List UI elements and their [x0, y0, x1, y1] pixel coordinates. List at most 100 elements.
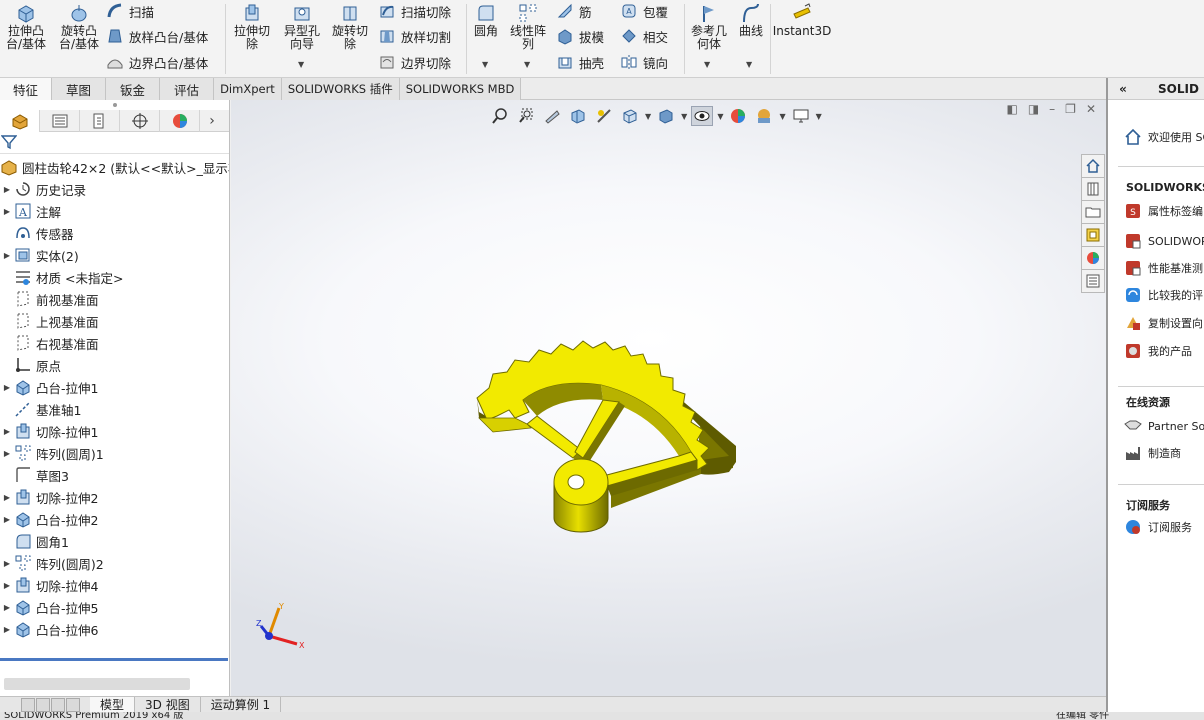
expand-arrow-icon[interactable]: ▶ [0, 559, 14, 568]
copy-settings-wizard-link[interactable]: 复制设置向 [1124, 314, 1203, 332]
tree-item[interactable]: ▶ 实体(2) [0, 244, 229, 266]
intersect-button[interactable]: 相交 [620, 25, 668, 47]
wrap-button[interactable]: A 包覆 [620, 0, 668, 22]
chevron-right-icon[interactable]: › [200, 113, 224, 129]
boundary-boss-button[interactable]: 边界凸台/基体 [106, 51, 208, 73]
tab-evaluate[interactable]: 评估 [160, 78, 215, 100]
apply-scene-icon[interactable] [753, 106, 775, 126]
expand-arrow-icon[interactable]: ▶ [0, 185, 14, 194]
tree-item[interactable]: 传感器 [0, 222, 229, 244]
tree-item[interactable]: 原点 [0, 354, 229, 376]
expand-arrow-icon[interactable]: ▶ [0, 251, 14, 260]
revolve-boss-button[interactable]: 旋转凸 台/基体 [56, 2, 102, 51]
zoom-to-area-icon[interactable] [515, 106, 537, 126]
zoom-to-fit-icon[interactable] [489, 106, 511, 126]
tree-item[interactable]: ▶ 凸台-拉伸1 [0, 376, 229, 398]
tree-item[interactable]: ▶ 阵列(圆周)1 [0, 442, 229, 464]
tab-features[interactable]: 特征 [0, 78, 53, 100]
design-library-icon[interactable] [1081, 177, 1105, 201]
gear-sector-model[interactable] [461, 330, 751, 560]
tree-horizontal-scrollbar[interactable] [4, 678, 190, 690]
property-tab-builder-link[interactable]: S 属性标签编 [1124, 202, 1203, 220]
my-products-link[interactable]: 我的产品 [1124, 342, 1192, 360]
tree-item[interactable]: 右视基准面 [0, 332, 229, 354]
loft-boss-button[interactable]: 放样凸台/基体 [106, 25, 208, 47]
appearances-scenes-icon[interactable] [1081, 246, 1105, 270]
feature-manager-tab[interactable] [0, 109, 40, 132]
minimize-icon[interactable]: – [1049, 102, 1055, 116]
hide-show-items-icon[interactable] [691, 106, 714, 126]
edit-appearance-icon[interactable] [727, 106, 749, 126]
apply-scene-dropdown-icon[interactable]: ▼ [779, 112, 785, 121]
compare-scores-link[interactable]: 比较我的评 [1124, 286, 1203, 304]
tree-item[interactable]: ▶ 凸台-拉伸2 [0, 508, 229, 530]
hole-wizard-button[interactable]: 异型孔 向导 [280, 2, 324, 51]
tile-left-icon[interactable]: ◧ [1006, 102, 1017, 116]
display-style-dropdown-icon[interactable]: ▼ [681, 112, 687, 121]
display-style-icon[interactable] [655, 106, 677, 126]
custom-properties-icon[interactable] [1081, 269, 1105, 293]
tree-item[interactable]: 材质 <未指定> [0, 266, 229, 288]
tab-sketch[interactable]: 草图 [52, 78, 107, 100]
tab-solidworks-addins[interactable]: SOLIDWORKS 插件 [281, 78, 400, 100]
view-orientation-icon[interactable] [619, 106, 641, 126]
draft-button[interactable]: 拔模 [556, 25, 604, 47]
configuration-manager-tab[interactable] [80, 109, 120, 132]
expand-arrow-icon[interactable]: ▶ [0, 383, 14, 392]
display-manager-tab[interactable] [160, 109, 200, 132]
rib-button[interactable]: 筋 [556, 0, 592, 22]
tree-item[interactable]: 上视基准面 [0, 310, 229, 332]
expand-arrow-icon[interactable]: ▶ [0, 581, 14, 590]
instant3d-button[interactable]: Instant3D [773, 2, 831, 38]
close-icon[interactable]: ✕ [1086, 102, 1096, 116]
tab-solidworks-mbd[interactable]: SOLIDWORKS MBD [399, 78, 522, 100]
sweep-button[interactable]: 扫描 [106, 0, 154, 22]
performance-benchmark-link[interactable]: 性能基准测 [1124, 259, 1203, 277]
partner-solutions-link[interactable]: Partner Sol [1124, 417, 1204, 435]
boundary-cut-button[interactable]: 边界切除 [378, 51, 451, 73]
subscription-link[interactable]: 订阅服务 [1124, 518, 1192, 536]
panel-grip[interactable] [0, 100, 229, 110]
manufacturers-link[interactable]: 制造商 [1124, 444, 1181, 462]
tree-item[interactable]: ▶ 切除-拉伸4 [0, 574, 229, 596]
shell-button[interactable]: 抽壳 [556, 51, 604, 73]
tab-model[interactable]: 模型 [90, 696, 136, 713]
property-manager-tab[interactable] [40, 109, 80, 132]
extrude-boss-button[interactable]: 拉伸凸 台/基体 [4, 2, 48, 51]
section-view-icon[interactable] [567, 106, 589, 126]
tree-item[interactable]: ▶ 凸台-拉伸6 [0, 618, 229, 640]
expand-arrow-icon[interactable]: ▶ [0, 493, 14, 502]
revolve-cut-button[interactable]: 旋转切 除 [328, 2, 372, 51]
expand-arrow-icon[interactable]: ▶ [0, 603, 14, 612]
linear-pattern-button[interactable]: 线性阵 列 [506, 2, 550, 51]
tab-motion-study[interactable]: 运动算例 1 [201, 696, 282, 713]
view-orientation-dropdown-icon[interactable]: ▼ [645, 112, 651, 121]
file-explorer-icon[interactable] [1081, 200, 1105, 224]
tab-dimxpert[interactable]: DimXpert [214, 78, 282, 100]
curves-button[interactable]: 曲线 [736, 2, 766, 38]
expand-arrow-icon[interactable]: ▶ [0, 207, 14, 216]
tree-item[interactable]: ▶ 历史记录 [0, 178, 229, 200]
tree-item[interactable]: ▶ A 注解 [0, 200, 229, 222]
view-settings-dropdown-icon[interactable]: ▼ [816, 112, 822, 121]
reference-geometry-button[interactable]: 参考几 何体 [688, 2, 730, 51]
lofted-cut-button[interactable]: 放样切割 [378, 25, 451, 47]
restore-icon[interactable]: ❐ [1065, 102, 1076, 116]
tile-right-icon[interactable]: ◨ [1028, 102, 1039, 116]
mirror-button[interactable]: 镜向 [620, 51, 668, 73]
tree-item[interactable]: 基准轴1 [0, 398, 229, 420]
welcome-link[interactable]: 欢迎使用 SO [1124, 128, 1204, 146]
view-palette-icon[interactable] [1081, 223, 1105, 247]
previous-view-icon[interactable] [541, 106, 563, 126]
collapse-pane-icon[interactable]: « [1108, 82, 1138, 96]
tree-item[interactable]: ▶ 凸台-拉伸5 [0, 596, 229, 618]
solidworks-rx-link[interactable]: SOLIDWOR [1124, 232, 1204, 250]
first-tab-arrow-icon[interactable] [21, 697, 35, 712]
tree-root-part[interactable]: 圆柱齿轮42×2 (默认<<默认>_显示状态 [0, 156, 229, 178]
tab-3d-view[interactable]: 3D 视图 [135, 696, 201, 713]
linear-pattern-dropdown-icon[interactable]: ▼ [524, 60, 530, 69]
tree-item[interactable]: ▶ 切除-拉伸1 [0, 420, 229, 442]
last-tab-arrow-icon[interactable] [66, 697, 80, 712]
tab-sheet-metal[interactable]: 钣金 [106, 78, 161, 100]
filter-icon[interactable] [1, 134, 17, 150]
